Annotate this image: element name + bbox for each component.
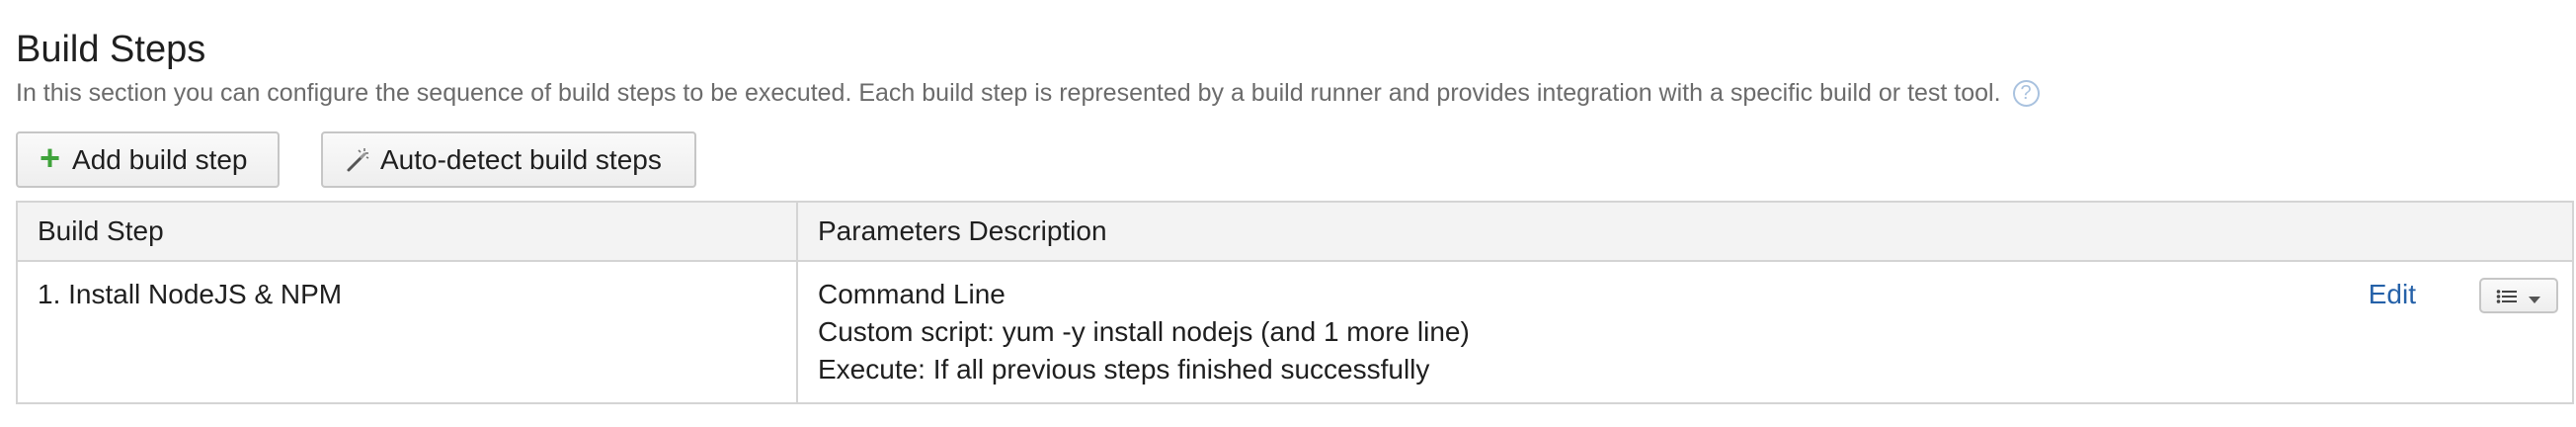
column-header-parameters: Parameters Description xyxy=(796,201,2574,262)
chevron-down-icon xyxy=(2528,277,2541,314)
table-row[interactable]: 1. Install NodeJS & NPM Command Line Cus… xyxy=(16,260,2574,404)
list-icon xyxy=(2496,277,2518,314)
auto-detect-build-steps-button[interactable]: Auto-detect build steps xyxy=(321,131,696,188)
section-description: In this section you can configure the se… xyxy=(16,75,2040,111)
build-steps-page: Build Steps In this section you can conf… xyxy=(0,0,2576,427)
description-text: In this section you can configure the se… xyxy=(16,79,2001,107)
edit-link[interactable]: Edit xyxy=(2369,276,2416,313)
add-build-step-label: Add build step xyxy=(72,143,248,175)
magic-wand-icon xyxy=(345,147,370,173)
build-steps-table: Build Step Parameters Description 1. Ins… xyxy=(16,201,2574,404)
build-step-name[interactable]: 1. Install NodeJS & NPM xyxy=(16,260,798,404)
page-title: Build Steps xyxy=(16,29,206,70)
parameters-cell: Command Line Custom script: yum -y insta… xyxy=(796,260,2574,404)
plus-icon: + xyxy=(40,136,61,178)
execute-condition: Execute: If all previous steps finished … xyxy=(818,354,1430,384)
question-circle-icon[interactable]: ? xyxy=(2012,79,2040,107)
runner-type: Command Line xyxy=(818,279,1006,309)
auto-detect-label: Auto-detect build steps xyxy=(380,143,662,175)
table-header-row: Build Step Parameters Description xyxy=(16,201,2574,262)
column-header-build-step: Build Step xyxy=(16,201,798,262)
custom-script-summary: Custom script: yum -y install nodejs (an… xyxy=(818,316,1470,347)
row-actions-menu-button[interactable] xyxy=(2479,278,2558,313)
add-build-step-button[interactable]: + Add build step xyxy=(16,131,280,188)
